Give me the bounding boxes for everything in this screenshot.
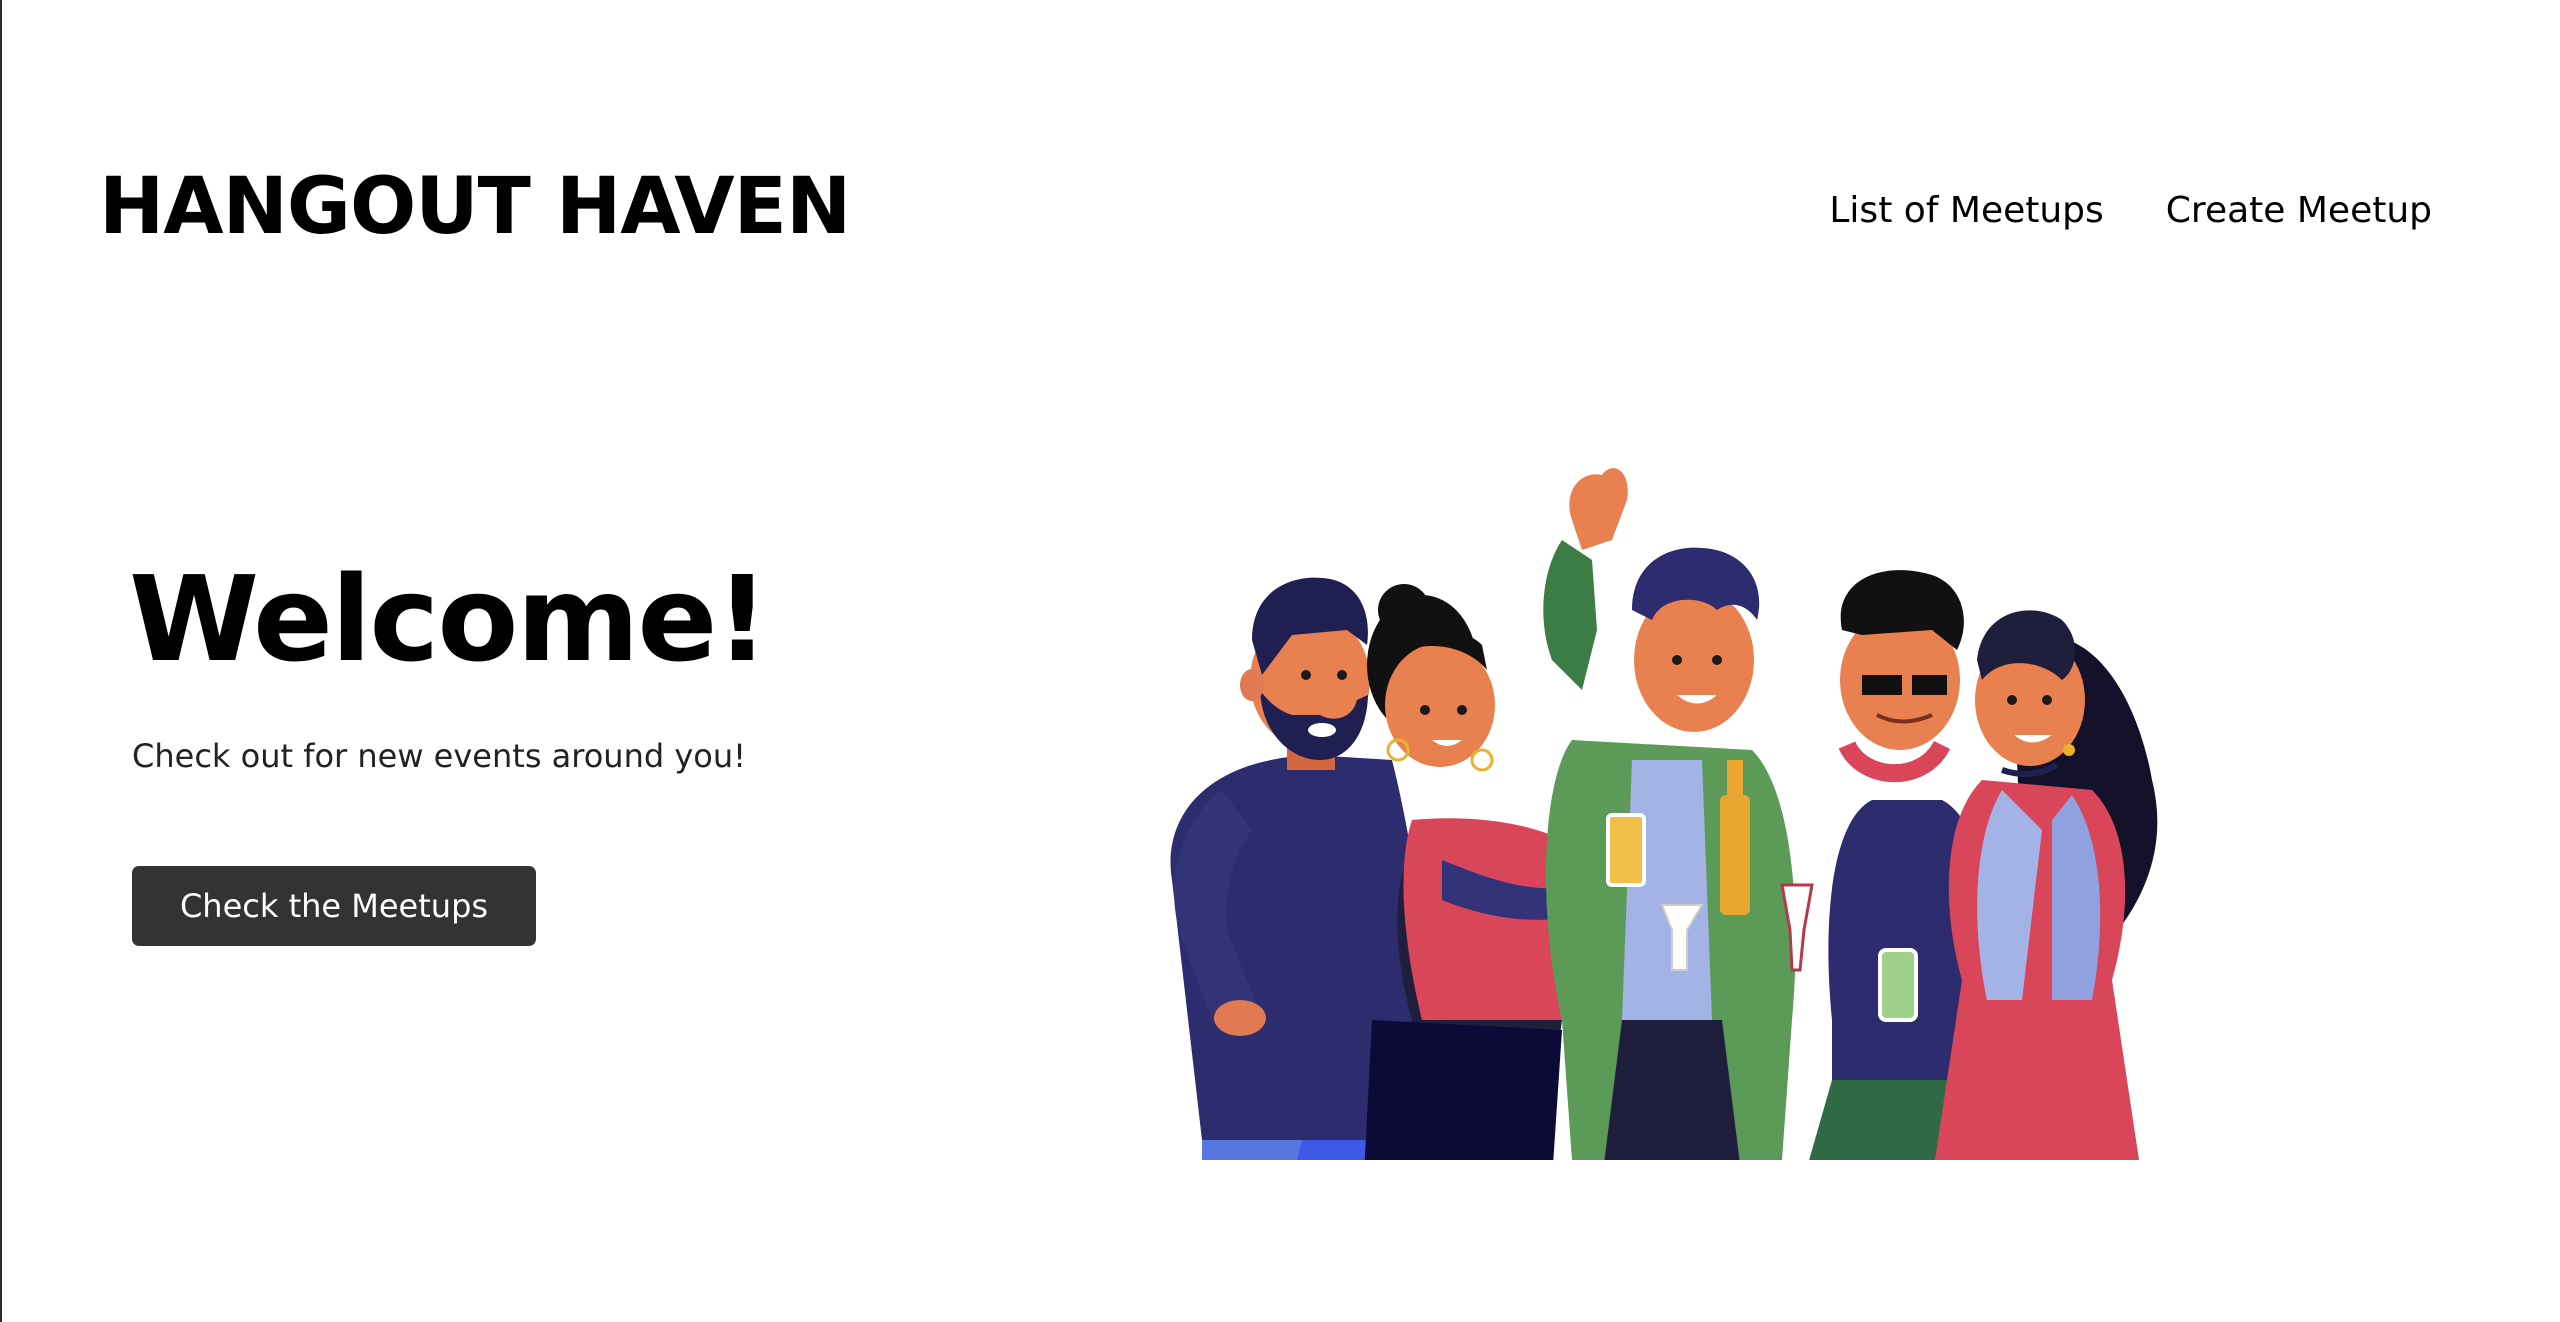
main-nav: List of Meetups Create Meetup xyxy=(1829,193,2432,229)
friends-party-illustration xyxy=(1170,468,2158,1160)
check-meetups-button[interactable]: Check the Meetups xyxy=(132,866,536,946)
nav-link-create-meetup[interactable]: Create Meetup xyxy=(2166,193,2432,229)
brand-logo-text[interactable]: HANGOUT HAVEN xyxy=(99,168,851,246)
person-right-long-hair xyxy=(1935,610,2158,1160)
nav-link-list-of-meetups[interactable]: List of Meetups xyxy=(1829,193,2103,229)
page: HANGOUT HAVEN List of Meetups Create Mee… xyxy=(0,0,2560,1322)
hero-title: Welcome! xyxy=(129,550,769,688)
person-center-waving xyxy=(1543,468,1796,1160)
hero-subtitle: Check out for new events around you! xyxy=(132,737,746,775)
